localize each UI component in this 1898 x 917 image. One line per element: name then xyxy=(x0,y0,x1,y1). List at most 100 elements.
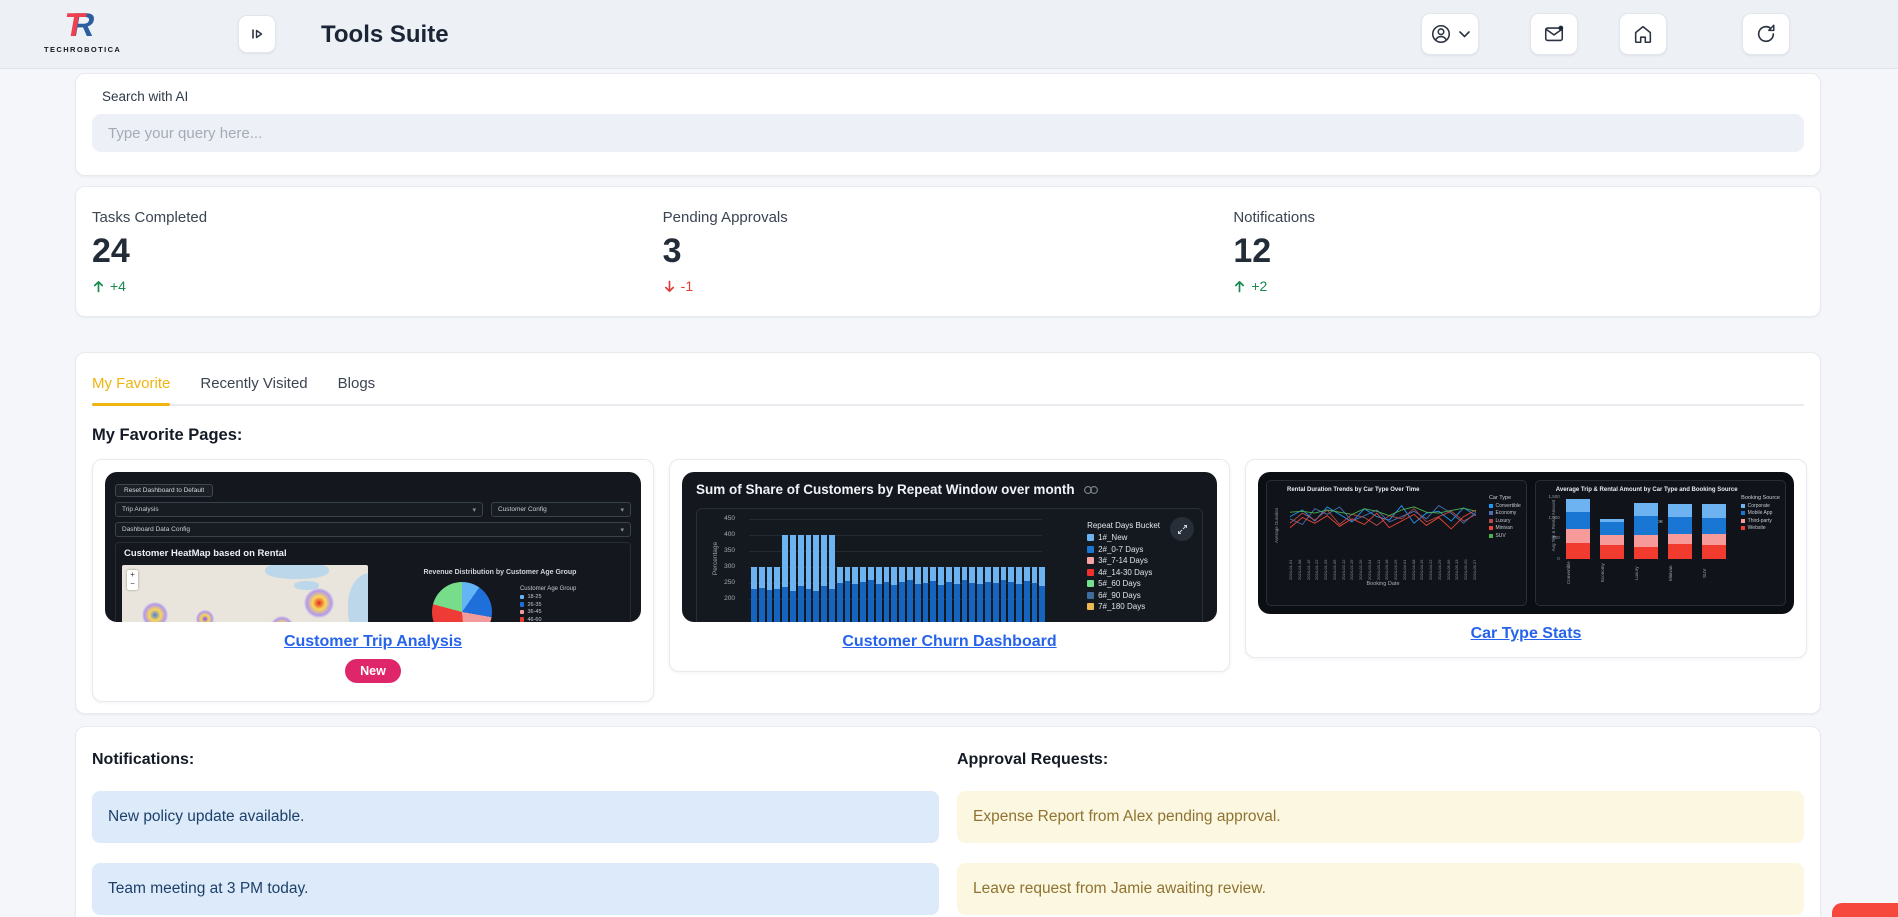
bar-segment-bottom xyxy=(1024,581,1030,622)
favorite-card-cartype[interactable]: Rental Duration Trends by Car Type Over … xyxy=(1245,459,1807,658)
stat-1: Pending Approvals3-1 xyxy=(663,209,1234,294)
favorite-link[interactable]: Car Type Stats xyxy=(1471,625,1582,643)
legend-label: Economy xyxy=(1495,510,1516,516)
legend-swatch xyxy=(1741,511,1745,515)
pie-legend-item: 26-35 xyxy=(520,602,576,608)
new-badge: New xyxy=(345,659,401,683)
bar-segment-bottom xyxy=(837,583,843,622)
pie-legend-item: 46-60 xyxy=(520,617,576,623)
bar-segment-top xyxy=(774,567,780,589)
x-tick-label: 2024-03-11 xyxy=(1377,550,1381,580)
tabs-bar: My Favorite Recently Visited Blogs xyxy=(92,369,1804,406)
arrow-down-icon xyxy=(663,280,676,293)
legend-swatch xyxy=(1087,546,1094,553)
thumb-dropdown-row: Trip Analysis▾Customer Config▾ xyxy=(115,502,631,517)
favorite-card-trip[interactable]: Reset Dashboard to DefaultTrip Analysis▾… xyxy=(92,459,654,702)
bar-segment-top xyxy=(923,567,929,583)
stacked-bar xyxy=(985,567,991,622)
bars-area xyxy=(751,519,1047,622)
stacked-bar xyxy=(915,567,921,622)
x-tick-label: 2024-04-29 xyxy=(1438,550,1442,580)
x-tick-label: Minivan xyxy=(1668,561,1692,585)
fav-link-wrap: Car Type Stats xyxy=(1258,614,1794,643)
map-water xyxy=(265,565,329,579)
mail-button[interactable] xyxy=(1530,13,1578,55)
bar-segment xyxy=(1600,522,1624,536)
x-tick-label: 2024-01-15 xyxy=(1307,550,1311,580)
y-axis-tick: 350 xyxy=(711,547,735,554)
bar-segment-bottom xyxy=(938,585,944,622)
legend-label: 3#_7-14 Days xyxy=(1098,556,1148,565)
bar-segment-bottom xyxy=(915,584,921,622)
bar-segment-top xyxy=(806,535,812,589)
bar-segment-top xyxy=(884,567,890,582)
thumb-heatmap-content: +−Revenue Distribution by Customer Age G… xyxy=(116,563,630,622)
legend-label: Third-party xyxy=(1748,518,1772,524)
bar-segment-top xyxy=(759,567,765,588)
bar-segment xyxy=(1668,504,1692,518)
bar-segment-top xyxy=(852,567,858,584)
bar-segment-bottom xyxy=(868,580,874,622)
legend-label: 5#_60 Days xyxy=(1098,579,1141,588)
home-icon xyxy=(1632,23,1654,45)
y-axis-tick: 1,500 xyxy=(1542,494,1560,499)
bar-segment-bottom xyxy=(969,583,975,622)
stacked-bar xyxy=(860,567,866,622)
stacked-bar xyxy=(821,535,827,622)
bar-segment-bottom xyxy=(907,580,913,622)
stat-delta-value: +4 xyxy=(110,278,126,294)
thumb-pie-row: Customer Age Group18-2526-3536-4546-6060… xyxy=(376,582,624,622)
pie-legend-item: 18-25 xyxy=(520,594,576,600)
stacked-bar xyxy=(946,567,952,622)
home-button[interactable] xyxy=(1619,13,1667,55)
x-tick-label: 2024-02-19 xyxy=(1350,550,1354,580)
thumb-chart-title: Sum of Share of Customers by Repeat Wind… xyxy=(696,482,1075,497)
stats-card: Tasks Completed24+4Pending Approvals3-1N… xyxy=(75,186,1821,317)
y-axis-tick: 0 xyxy=(1542,556,1560,561)
thumb-map: +− xyxy=(122,565,368,622)
legend-swatch xyxy=(520,617,525,622)
y-axis-tick: 200 xyxy=(711,595,735,602)
favorite-link[interactable]: Customer Trip Analysis xyxy=(284,633,462,651)
bar-segment-top xyxy=(860,567,866,582)
favorite-card-churn[interactable]: Sum of Share of Customers by Repeat Wind… xyxy=(669,459,1230,672)
favorite-link[interactable]: Customer Churn Dashboard xyxy=(842,633,1056,651)
bar-segment-top xyxy=(767,567,773,590)
bar-segment xyxy=(1600,535,1624,545)
thumb-pie-panel: Revenue Distribution by Customer Age Gro… xyxy=(376,565,624,622)
bar-segment-bottom xyxy=(884,582,890,622)
bar-segment-bottom xyxy=(899,582,905,622)
sidebar-toggle-button[interactable] xyxy=(238,15,276,53)
tab-my-favorite[interactable]: My Favorite xyxy=(92,369,170,404)
x-tick-label: 2024-04-08 xyxy=(1412,550,1416,580)
tab-blogs[interactable]: Blogs xyxy=(338,369,376,404)
stat-delta-value: -1 xyxy=(681,278,693,294)
stacked-bar xyxy=(899,567,905,622)
bar-segment-bottom xyxy=(798,586,804,622)
legend-label: Corporate xyxy=(1748,503,1770,509)
y-axis-tick: 300 xyxy=(711,563,735,570)
search-input[interactable] xyxy=(92,114,1804,152)
stacked-bar-convertible xyxy=(1566,499,1590,559)
bar-segment-bottom xyxy=(985,582,991,622)
floating-action-button[interactable] xyxy=(1832,903,1898,917)
user-menu-button[interactable] xyxy=(1421,13,1479,55)
line-chart xyxy=(1289,497,1477,545)
favorites-row: Reset Dashboard to DefaultTrip Analysis▾… xyxy=(92,459,1804,709)
x-tick-label: 2024-01-08 xyxy=(1298,550,1302,580)
legend-label: SUV xyxy=(1495,533,1505,539)
refresh-button[interactable] xyxy=(1742,13,1790,55)
legend-label: 1#_New xyxy=(1098,533,1127,542)
thumb-heatmap-panel: Customer HeatMap based on Rental+−Revenu… xyxy=(115,542,631,622)
legend-item: 5#_60 Days xyxy=(1087,579,1160,588)
bar-segment xyxy=(1566,499,1590,512)
stacked-bar xyxy=(767,567,773,622)
legend-label: Mobile App xyxy=(1748,510,1773,516)
x-tick-label: 2024-05-13 xyxy=(1455,550,1459,580)
bar-segment-top xyxy=(1016,567,1022,584)
tab-recently-visited[interactable]: Recently Visited xyxy=(200,369,307,404)
caret-down-icon: ▾ xyxy=(472,506,476,514)
stat-delta: -1 xyxy=(663,278,1234,294)
bar-segment-bottom xyxy=(767,590,773,622)
stat-2: Notifications12+2 xyxy=(1233,209,1804,294)
